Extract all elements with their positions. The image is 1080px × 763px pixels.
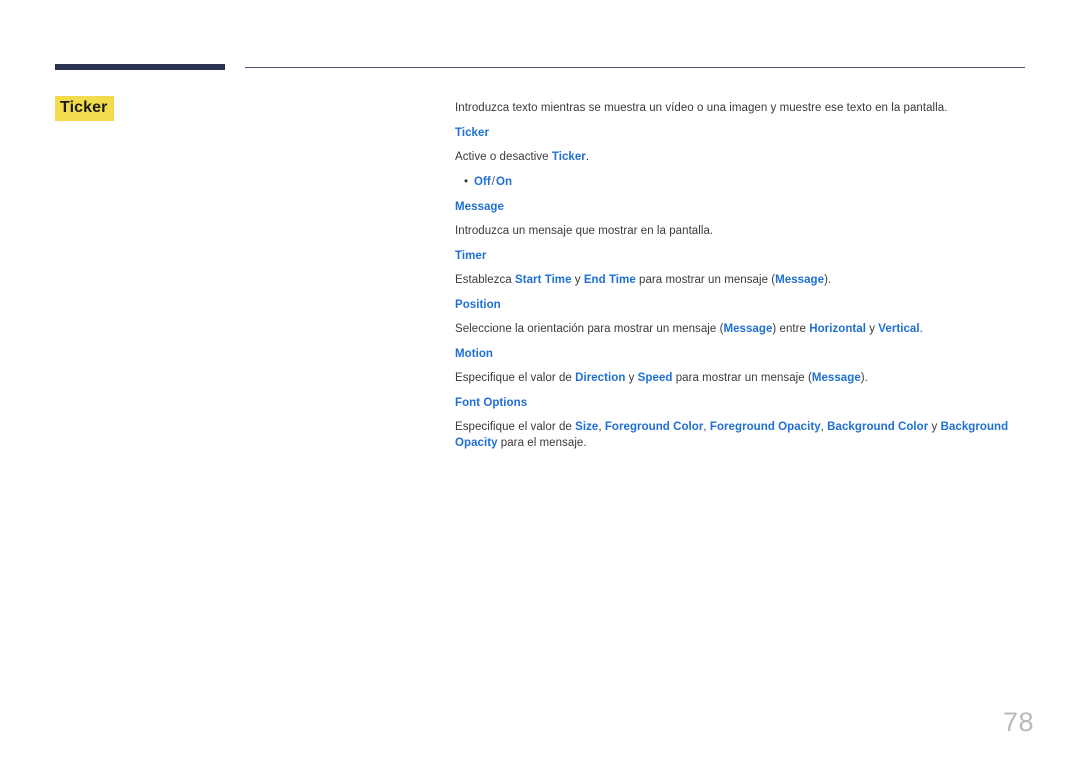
message-desc: Introduzca un mensaje que mostrar en la … [455,225,714,237]
section-desc-font-options: Especifique el valor de Size, Foreground… [455,419,1025,451]
position-text-4: . [919,323,923,335]
timer-term-message: Message [775,274,825,286]
font-term-background-color: Background Color [827,421,929,433]
motion-term-direction: Direction [575,372,626,384]
section-heading-timer: Timer [455,250,487,262]
page-title: Ticker [55,96,115,121]
page-number: 78 [1002,707,1034,737]
position-term-vertical: Vertical [878,323,920,335]
position-term-horizontal: Horizontal [809,323,866,335]
motion-text-1: Especifique el valor de [455,372,576,384]
ticker-desc-after: . [585,151,590,163]
section-desc-motion: Especifique el valor de Direction y Spee… [455,370,1025,386]
font-term-foreground-opacity: Foreground Opacity [709,421,821,433]
section-desc-message: Introduzca un mensaje que mostrar en la … [455,223,1025,239]
header-rule-group [0,62,1080,74]
position-term-message: Message [723,323,773,335]
timer-text-2: y [571,274,584,286]
font-text-5: y [928,421,941,433]
motion-text-3: para mostrar un mensaje ( [672,372,812,384]
motion-text-4: ). [860,372,868,384]
motion-term-speed: Speed [637,372,673,384]
header-rule-thick [55,64,225,70]
timer-text-4: ). [824,274,832,286]
right-column: Introduzca texto mientras se muestra un … [455,100,1025,460]
document-page: Ticker Introduzca texto mientras se mues… [0,0,1080,763]
option-off: Off [474,176,491,188]
section-heading-message: Message [455,201,504,213]
section-heading-font-options: Font Options [455,397,528,409]
ticker-options-text: Off/On [474,174,512,190]
timer-term-end-time: End Time [583,274,636,286]
section-heading-motion: Motion [455,348,493,360]
header-rule-thin [245,67,1025,68]
section-heading-position: Position [455,299,501,311]
ticker-term: Ticker [551,151,586,163]
timer-term-start-time: Start Time [515,274,572,286]
section-heading-ticker: Ticker [455,127,489,139]
position-text-3: y [865,323,879,335]
left-column: Ticker [55,96,445,121]
intro-paragraph: Introduzca texto mientras se muestra un … [455,100,1025,116]
font-term-size: Size [575,421,599,433]
section-desc-timer: Establezca Start Time y End Time para mo… [455,272,1025,288]
timer-text-1: Establezca [455,274,515,286]
font-text-6: para el mensaje. [497,437,587,449]
bullet-dot-icon: • [464,176,469,188]
position-text-1: Seleccione la orientación para mostrar u… [455,323,724,335]
ticker-desc-before: Active o desactive [455,151,552,163]
option-on: On [496,176,513,188]
motion-text-2: y [625,372,638,384]
font-text-1: Especifique el valor de [455,421,576,433]
timer-text-3: para mostrar un mensaje ( [635,274,776,286]
motion-term-message: Message [811,372,861,384]
font-term-foreground-color: Foreground Color [604,421,704,433]
list-item-ticker-options: • Off/On [455,174,1025,190]
section-desc-position: Seleccione la orientación para mostrar u… [455,321,1025,337]
intro-text: Introduzca texto mientras se muestra un … [455,102,948,114]
section-desc-ticker: Active o desactive Ticker. [455,149,1025,165]
position-text-2: ) entre [772,323,810,335]
